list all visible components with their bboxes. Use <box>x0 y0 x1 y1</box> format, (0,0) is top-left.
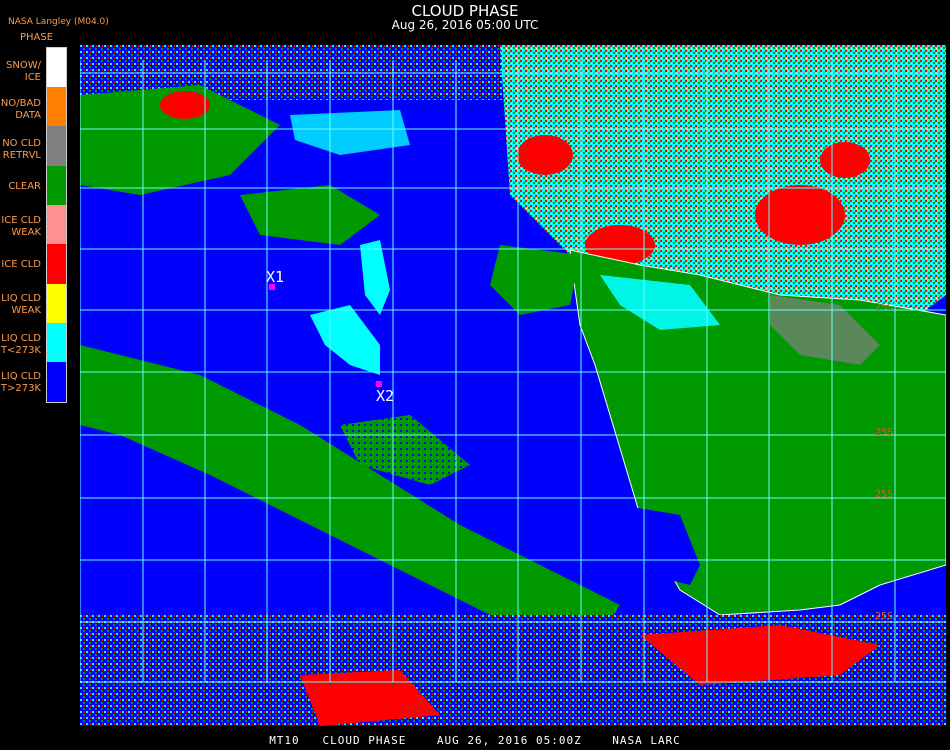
grid-label: 25S <box>875 489 894 500</box>
legend-swatch-no-bad-data <box>47 87 66 126</box>
legend-colorbar <box>46 47 67 403</box>
legend-swatch-no-cld-retrvl <box>47 126 66 166</box>
legend-label-no-cld-retrvl: NO CLD RETRVL <box>2 138 41 161</box>
legend-swatch-ice-cld-weak <box>47 205 66 244</box>
legend-label-no-bad-data: NO/BAD DATA <box>0 98 41 121</box>
legend-swatch-ice-cld <box>47 244 66 284</box>
grid-label: 25S <box>875 427 894 438</box>
ice-cloud-patch <box>160 91 210 119</box>
legend-label-ice-cld-weak: ICE CLD WEAK <box>1 215 41 238</box>
legend-swatch-snow-ice <box>47 48 66 87</box>
legend-label-ice-cld: ICE CLD <box>1 259 41 270</box>
legend-swatch-clear <box>47 166 66 205</box>
marker-x2-point[interactable] <box>376 381 382 387</box>
ice-cloud-patch <box>820 142 870 178</box>
satellite-map-page: CLOUD PHASE Aug 26, 2016 05:00 UTC NASA … <box>0 0 950 750</box>
marker-x1-point[interactable] <box>269 284 275 290</box>
legend-label-liq-cld-cold: LIQ CLD T<273K <box>0 333 41 356</box>
marker-x2-label: X2 <box>376 387 395 405</box>
cloud-phase-map[interactable]: 25S 25S 25S 25S X1 X2 <box>80 45 946 726</box>
grid-label: 25S <box>875 611 894 622</box>
legend-title: PHASE <box>20 32 54 43</box>
ice-cloud-patch <box>517 135 573 175</box>
legend-label-liq-cld-weak: LIQ CLD WEAK <box>1 293 41 316</box>
legend-swatch-liq-cld-weak <box>47 284 66 323</box>
legend-label-clear: CLEAR <box>8 181 41 192</box>
map-date: Aug 26, 2016 05:00 UTC <box>391 18 539 32</box>
footer-caption: MT10 CLOUD PHASE AUG 26, 2016 05:00Z NAS… <box>269 734 681 747</box>
map-image <box>80 45 946 726</box>
grid-label: 25S <box>875 302 894 313</box>
legend-swatch-liq-cld-cold <box>47 323 66 362</box>
legend-label-liq-cld-warm: LIQ CLD T>273K <box>0 371 41 394</box>
legend-label-snow-ice: SNOW/ ICE <box>6 60 41 83</box>
legend-swatch-liq-cld-warm <box>47 362 66 402</box>
credit-text: NASA Langley (M04.0) <box>8 17 109 27</box>
